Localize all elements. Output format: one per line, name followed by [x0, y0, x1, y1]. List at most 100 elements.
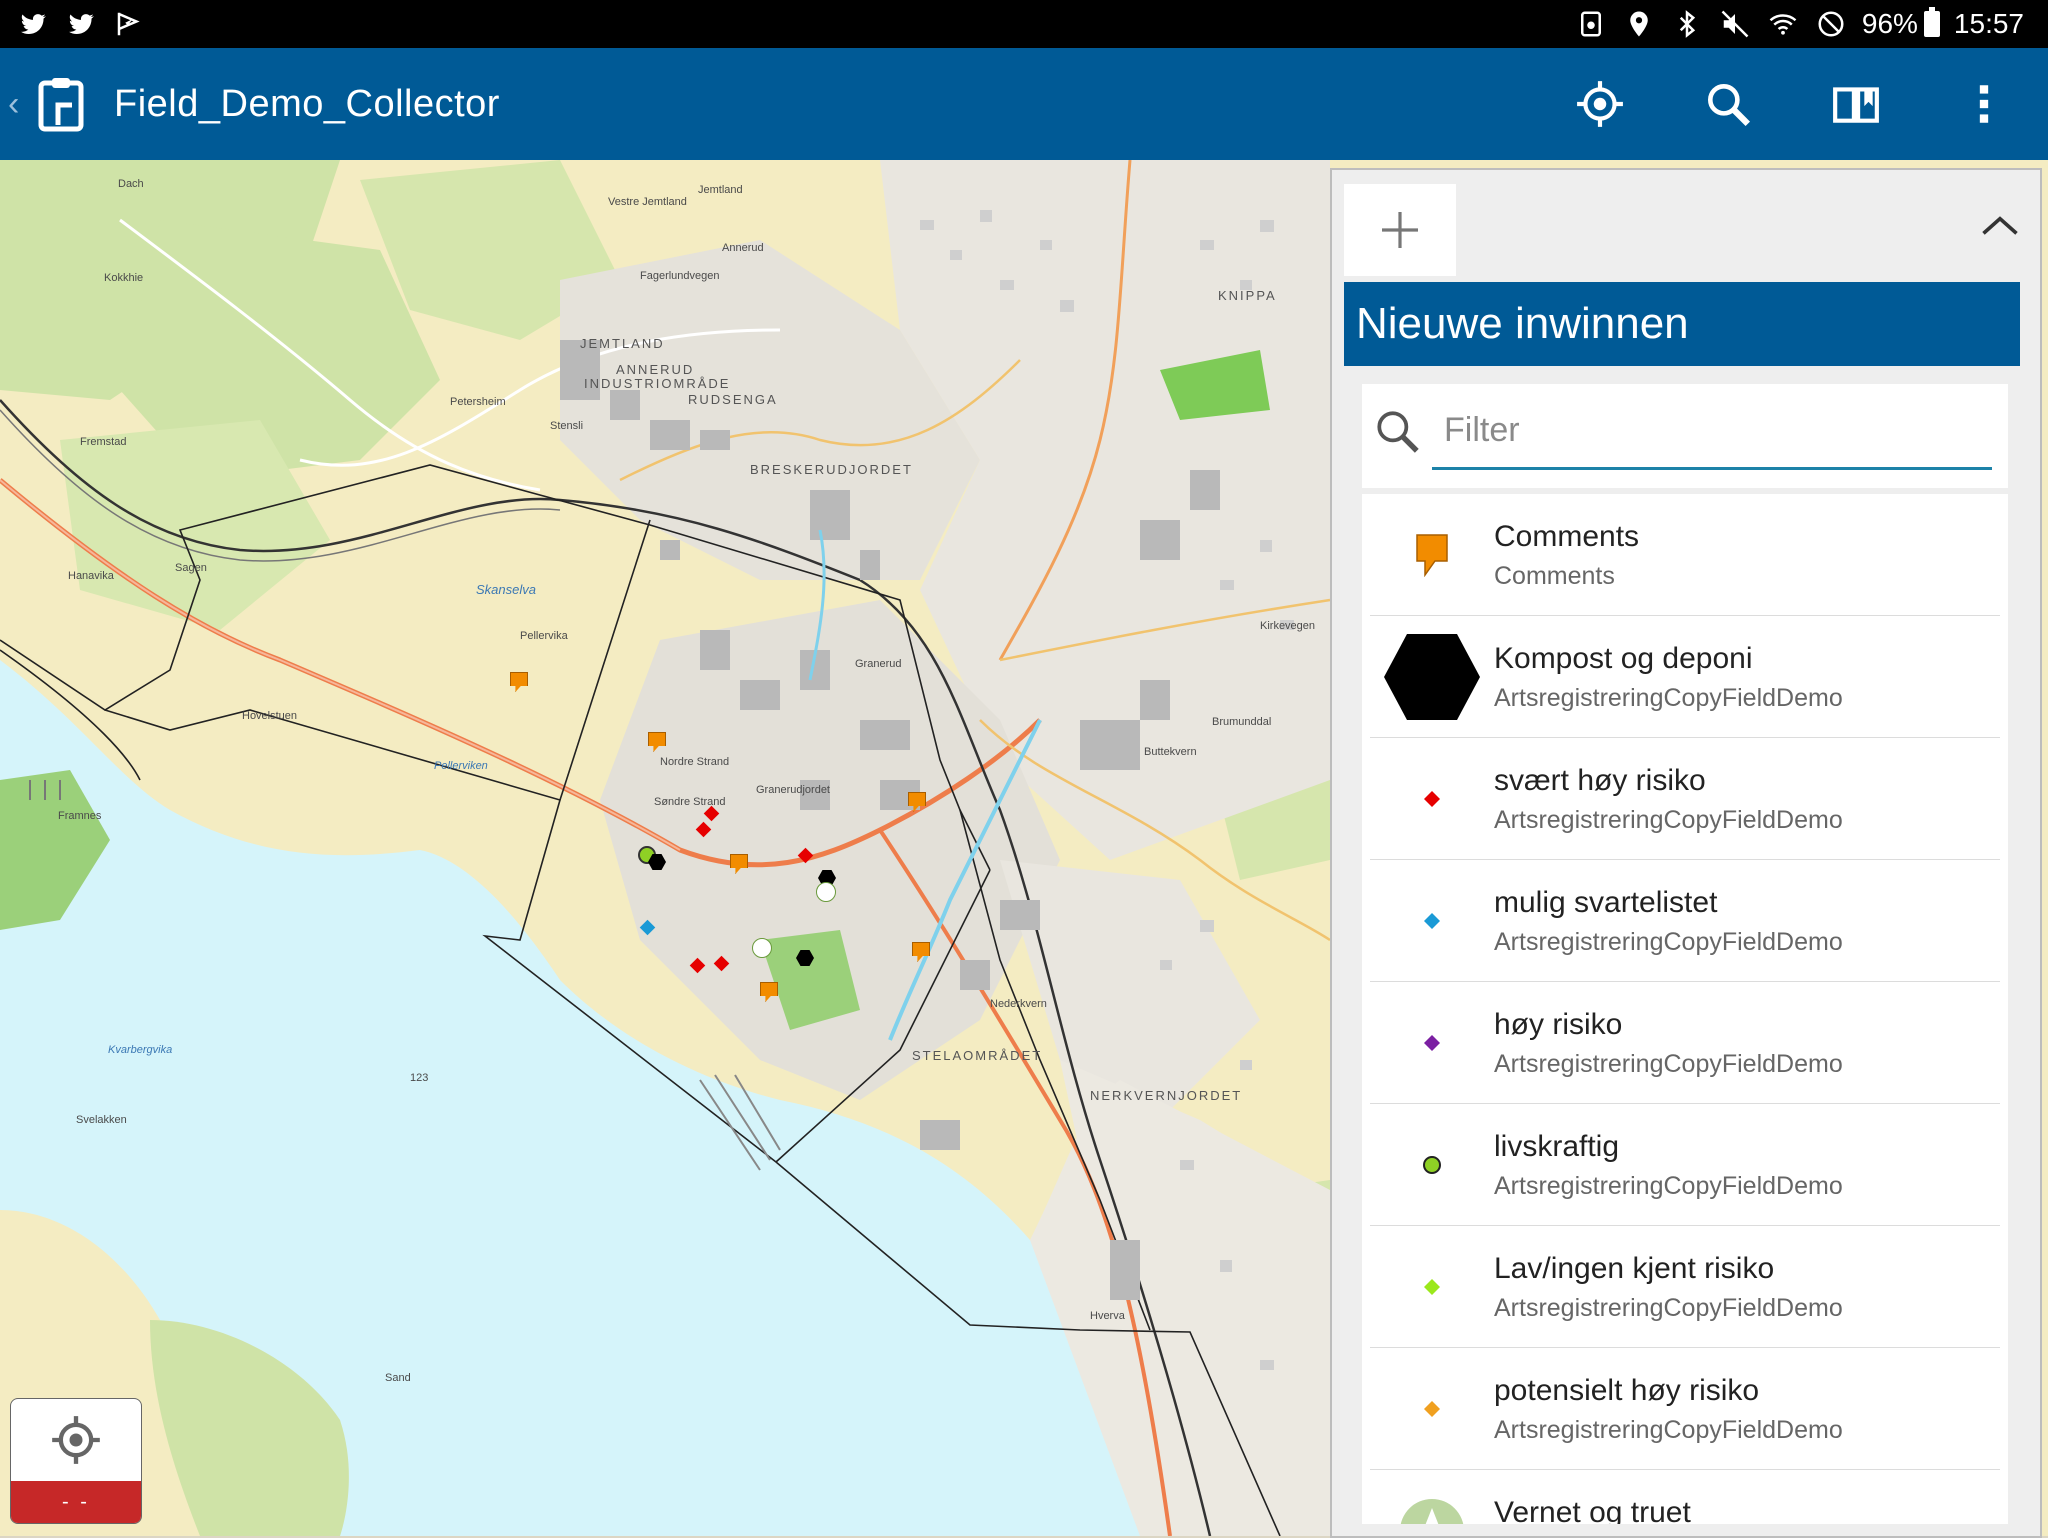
more-options-button[interactable]	[1920, 48, 2048, 160]
diamond-icon	[1370, 1348, 1494, 1469]
app-bar: ‹ Field_Demo_Collector	[0, 48, 2048, 160]
feature-type-layer: ArtsregistreringCopyFieldDemo	[1494, 1050, 1843, 1078]
location-icon	[1622, 7, 1656, 41]
map-label: Buttekvern	[1144, 746, 1197, 758]
twitter-icon	[16, 7, 50, 41]
gps-accuracy-readout: - -	[11, 1481, 141, 1523]
map-label: Annerud	[722, 242, 764, 254]
back-chevron-icon[interactable]: ‹	[8, 85, 28, 124]
feature-type-item[interactable]: Kompost og deponi ArtsregistreringCopyFie…	[1370, 616, 2000, 738]
map-label: Kvarbergvika	[108, 1044, 173, 1056]
feature-type-item[interactable]: Lav/ingen kjent risiko ArtsregistreringCo…	[1370, 1226, 2000, 1348]
wifi-icon	[1766, 7, 1800, 41]
map-label: 123	[410, 1072, 429, 1084]
feature-type-item[interactable]: mulig svartelistet ArtsregistreringCopyFi…	[1370, 860, 2000, 982]
feature-type-item[interactable]: svært høy risiko ArtsregistreringCopyFiel…	[1370, 738, 2000, 860]
feature-type-item[interactable]: livskraftig ArtsregistreringCopyFieldDemo	[1370, 1104, 2000, 1226]
map-label: NERKVERNJORDET	[1090, 1088, 1243, 1103]
search-icon	[1377, 411, 1419, 453]
hexagon-icon	[1370, 616, 1494, 737]
diamond-icon	[1370, 1226, 1494, 1347]
mute-icon	[1718, 7, 1752, 41]
map-label: Pellervika	[520, 630, 568, 642]
feature-type-title: Lav/ingen kjent risiko	[1494, 1252, 1775, 1285]
search-icon	[1708, 84, 1751, 127]
triangle-circle-icon	[1370, 1470, 1494, 1524]
block-icon	[1814, 7, 1848, 41]
collector-app-icon[interactable]	[38, 75, 88, 133]
collapse-panel-button[interactable]	[1970, 204, 2030, 248]
protected-marker[interactable]	[752, 938, 772, 958]
map-label: RUDSENGA	[688, 392, 778, 407]
feature-type-title: Vernet og truet	[1494, 1496, 1691, 1524]
filter-box	[1362, 384, 2008, 488]
map-label: Vestre Jemtland	[608, 196, 687, 208]
gps-accuracy-widget[interactable]: - -	[10, 1398, 142, 1524]
map-label: Stensli	[550, 420, 584, 432]
map-label: Granerudjordet	[756, 784, 830, 796]
my-location-icon	[1577, 81, 1623, 127]
map-label: INDUSTRIOMRÅDE	[584, 376, 731, 391]
map-label: Pellerviken	[434, 760, 488, 772]
flag-icon	[112, 7, 146, 41]
map-label: JEMTLAND	[580, 336, 665, 351]
feature-type-item[interactable]: Comments Comments	[1370, 494, 2000, 616]
bluetooth-icon	[1670, 7, 1704, 41]
bookmarks-icon	[1833, 87, 1879, 123]
feature-type-title: livskraftig	[1494, 1130, 1620, 1163]
feature-type-layer: ArtsregistreringCopyFieldDemo	[1494, 928, 1843, 956]
feature-type-layer: ArtsregistreringCopyFieldDemo	[1494, 1416, 1843, 1444]
panel-title: Nieuwe inwinnen	[1344, 282, 2020, 366]
more-vert-icon	[1979, 85, 1989, 123]
map-label: STELAOMRÅDET	[912, 1048, 1043, 1063]
diamond-icon	[1370, 982, 1494, 1103]
diamond-icon	[1370, 860, 1494, 981]
battery-percent: 96%	[1861, 8, 1918, 39]
map-label: ANNERUD	[616, 362, 695, 377]
my-location-button[interactable]	[1536, 48, 1664, 160]
map-label: Hovelstuen	[242, 710, 298, 722]
feature-type-title: høy risiko	[1494, 1008, 1623, 1041]
map-label: Kirkevegen	[1260, 620, 1316, 632]
map-label: KNIPPA	[1218, 288, 1277, 303]
search-button[interactable]	[1664, 48, 1792, 160]
feature-type-title: Comments	[1494, 520, 1640, 553]
map-label: Granerud	[855, 658, 902, 670]
map-label: Sand	[385, 1372, 411, 1384]
feature-type-layer: Comments	[1494, 562, 1615, 590]
feature-type-title: svært høy risiko	[1494, 764, 1706, 797]
protected-marker[interactable]	[816, 882, 836, 902]
gps-target-icon	[52, 1416, 100, 1464]
plus-icon	[1382, 212, 1418, 248]
map-label: Søndre Strand	[654, 796, 726, 808]
map-label: Jemtland	[698, 184, 743, 196]
map-label: Svelakken	[76, 1114, 127, 1126]
map-label: Nordre Strand	[660, 756, 730, 768]
map-label: Nederkvern	[990, 998, 1047, 1010]
feature-type-title: Kompost og deponi	[1494, 642, 1753, 675]
save-icon	[1574, 7, 1608, 41]
filter-input[interactable]	[1432, 394, 1992, 470]
feature-type-item[interactable]: høy risiko ArtsregistreringCopyFieldDemo	[1370, 982, 2000, 1104]
feature-type-layer: ArtsregistreringCopyFieldDemo	[1494, 1172, 1843, 1200]
map-label: Hverva	[1090, 1310, 1125, 1322]
feature-type-layer: ArtsregistreringCopyFieldDemo	[1494, 806, 1843, 834]
feature-type-list: Comments Comments Kompost og deponi Artsreg…	[1362, 494, 2008, 1524]
map-label: Dach	[118, 178, 144, 190]
feature-type-title: mulig svartelistet	[1494, 886, 1718, 919]
feature-type-layer: ArtsregistreringCopyFieldDemo	[1494, 684, 1843, 712]
orange-pin-icon	[1370, 494, 1494, 615]
map-label: Brumunddal	[1212, 716, 1272, 728]
feature-type-item[interactable]: potensielt høy risiko ArtsregistreringCop…	[1370, 1348, 2000, 1470]
map-label: Fagerlundvegen	[640, 270, 720, 282]
twitter-icon	[64, 7, 98, 41]
add-feature-tab[interactable]	[1344, 184, 1456, 276]
feature-type-item[interactable]: Vernet og truet	[1370, 1470, 2000, 1524]
map-label: Petersheim	[450, 396, 506, 408]
feature-type-layer: ArtsregistreringCopyFieldDemo	[1494, 1294, 1843, 1322]
map-label: Skanselva	[476, 582, 536, 597]
battery-icon	[1923, 7, 1940, 37]
bookmarks-button[interactable]	[1792, 48, 1920, 160]
map-label: Framnes	[58, 810, 102, 822]
map-label: Sagen	[175, 562, 207, 574]
